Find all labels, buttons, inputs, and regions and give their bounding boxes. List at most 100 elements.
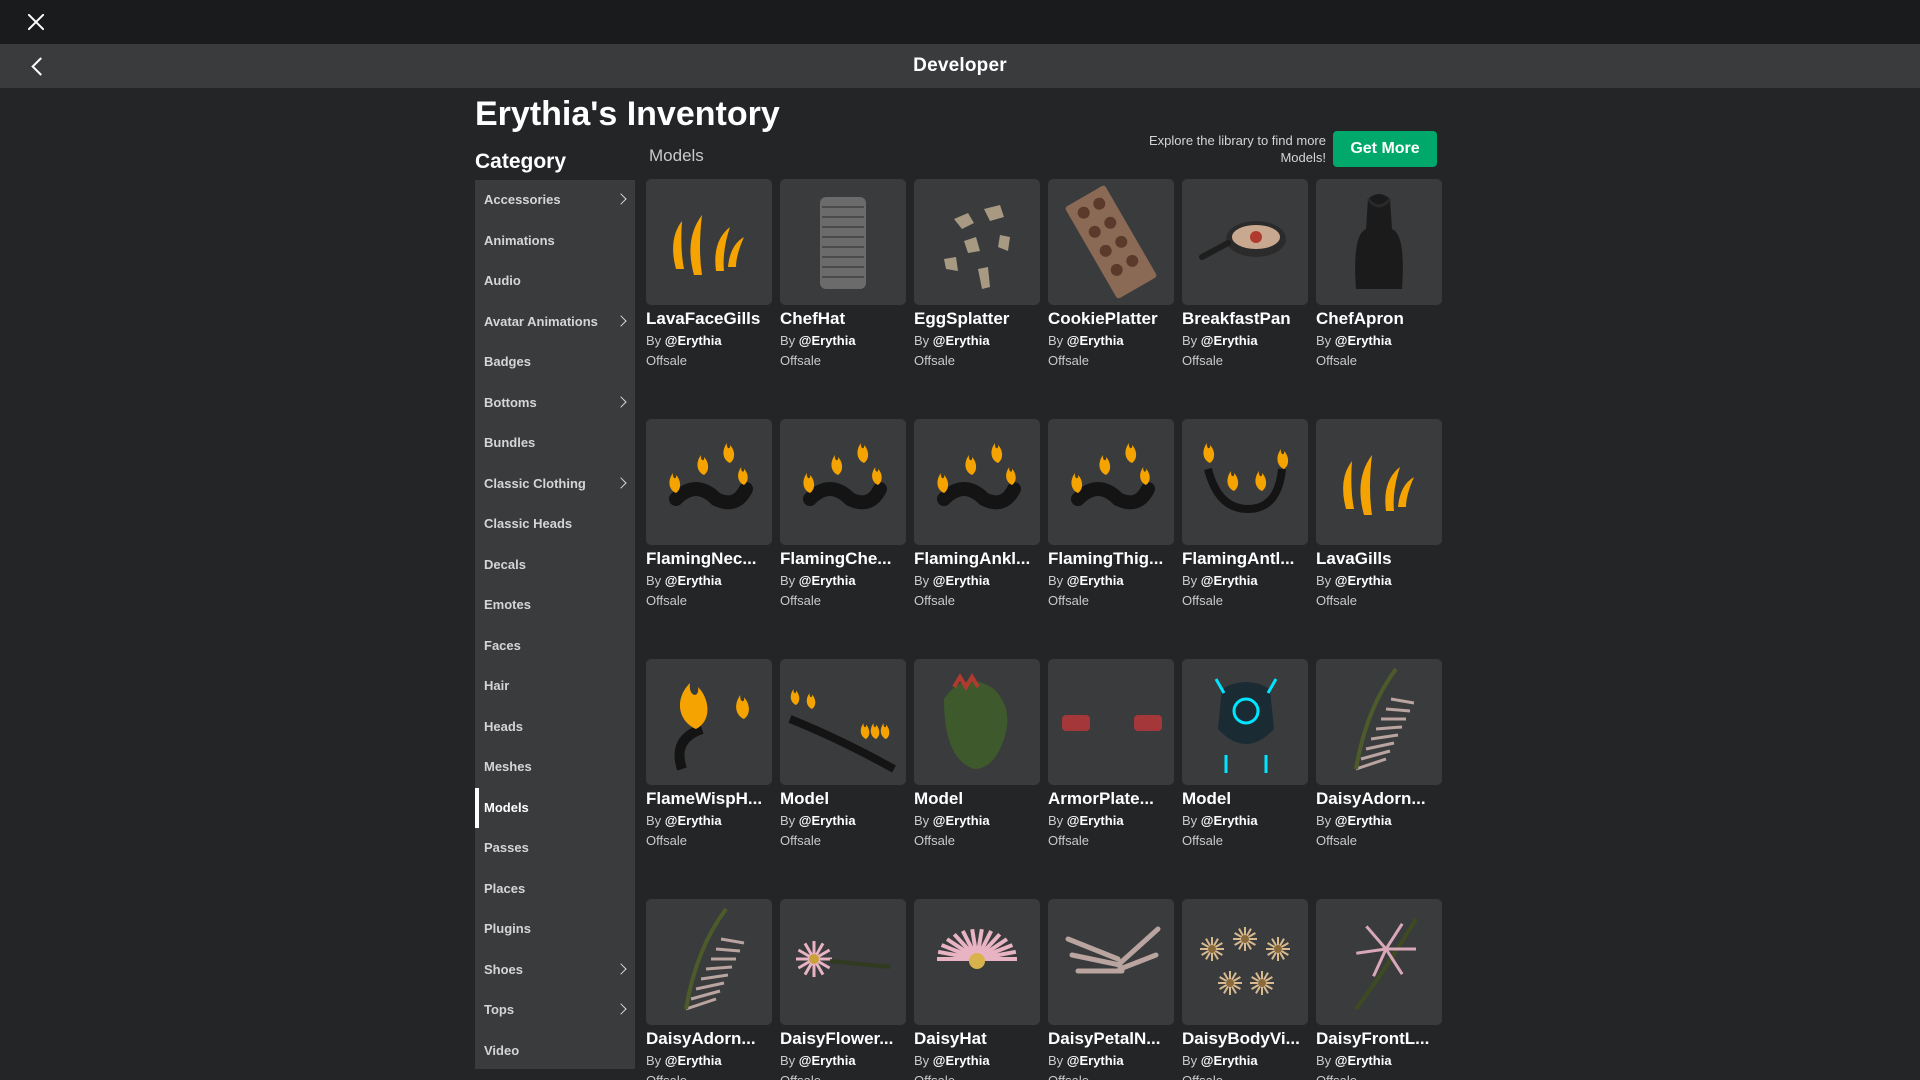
item-card[interactable]: ArmorPlate... By @Erythia Offsale [1048,659,1174,848]
item-card[interactable]: Model By @Erythia Offsale [1182,659,1308,848]
item-name[interactable]: Model [914,788,1040,810]
creator-link[interactable]: @Erythia [799,1053,856,1068]
sidebar-item-decals[interactable]: Decals [475,545,635,586]
flaming-accessory-thumbnail[interactable] [1048,419,1174,545]
item-name[interactable]: EggSplatter [914,308,1040,330]
flame-wisp-thumbnail[interactable] [646,659,772,785]
item-name[interactable]: ChefApron [1316,308,1442,330]
creator-link[interactable]: @Erythia [1201,813,1258,828]
creator-link[interactable]: @Erythia [933,573,990,588]
item-card[interactable]: Model By @Erythia Offsale [780,659,906,848]
sidebar-item-heads[interactable]: Heads [475,707,635,748]
creator-link[interactable]: @Erythia [665,813,722,828]
item-name[interactable]: Model [780,788,906,810]
sidebar-item-emotes[interactable]: Emotes [475,585,635,626]
dragon-head-thumbnail[interactable] [914,659,1040,785]
item-card[interactable]: FlamingAntl... By @Erythia Offsale [1182,419,1308,608]
armor-plate-thumbnail[interactable] [1048,659,1174,785]
daisy-flower-thumbnail[interactable] [780,899,906,1025]
creator-link[interactable]: @Erythia [665,1053,722,1068]
sidebar-item-classic-clothing[interactable]: Classic Clothing [475,464,635,505]
item-name[interactable]: BreakfastPan [1182,308,1308,330]
item-name[interactable]: DaisyFrontL... [1316,1028,1442,1050]
sidebar-item-accessories[interactable]: Accessories [475,180,635,221]
flaming-accessory-thumbnail[interactable] [780,419,906,545]
item-name[interactable]: CookiePlatter [1048,308,1174,330]
item-card[interactable]: ChefHat By @Erythia Offsale [780,179,906,368]
creator-link[interactable]: @Erythia [933,813,990,828]
sidebar-item-tops[interactable]: Tops [475,990,635,1031]
creator-link[interactable]: @Erythia [1201,573,1258,588]
daisy-petals-thumbnail[interactable] [1048,899,1174,1025]
item-card[interactable]: DaisyAdorn... By @Erythia Offsale [646,899,772,1080]
close-icon[interactable] [24,10,48,34]
item-card[interactable]: LavaGills By @Erythia Offsale [1316,419,1442,608]
creator-link[interactable]: @Erythia [799,573,856,588]
creator-link[interactable]: @Erythia [665,573,722,588]
flaming-accessory-thumbnail[interactable] [646,419,772,545]
item-name[interactable]: DaisyAdorn... [646,1028,772,1050]
item-name[interactable]: LavaGills [1316,548,1442,570]
creator-link[interactable]: @Erythia [933,333,990,348]
sidebar-item-audio[interactable]: Audio [475,261,635,302]
cyan-mask-thumbnail[interactable] [1182,659,1308,785]
sidebar-item-places[interactable]: Places [475,869,635,910]
item-name[interactable]: ArmorPlate... [1048,788,1174,810]
sidebar-item-faces[interactable]: Faces [475,626,635,667]
item-name[interactable]: FlamingAntl... [1182,548,1308,570]
item-name[interactable]: FlamingAnkl... [914,548,1040,570]
sidebar-item-avatar-animations[interactable]: Avatar Animations [475,302,635,343]
item-card[interactable]: Model By @Erythia Offsale [914,659,1040,848]
item-card[interactable]: BreakfastPan By @Erythia Offsale [1182,179,1308,368]
get-more-button[interactable]: Get More [1333,131,1437,167]
daisy-front-thumbnail[interactable] [1316,899,1442,1025]
item-name[interactable]: FlamingNec... [646,548,772,570]
flaming-antlers-thumbnail[interactable] [1182,419,1308,545]
creator-link[interactable]: @Erythia [799,813,856,828]
creator-link[interactable]: @Erythia [799,333,856,348]
item-card[interactable]: FlameWispH... By @Erythia Offsale [646,659,772,848]
item-name[interactable]: DaisyHat [914,1028,1040,1050]
daisy-wing-thumbnail[interactable] [646,899,772,1025]
sidebar-item-bundles[interactable]: Bundles [475,423,635,464]
frying-pan-thumbnail[interactable] [1182,179,1308,305]
daisy-vines-thumbnail[interactable] [1182,899,1308,1025]
creator-link[interactable]: @Erythia [1067,333,1124,348]
lava-gills-thumbnail[interactable] [1316,419,1442,545]
sidebar-item-badges[interactable]: Badges [475,342,635,383]
sidebar-item-hair[interactable]: Hair [475,666,635,707]
item-name[interactable]: FlamingChe... [780,548,906,570]
item-name[interactable]: Model [1182,788,1308,810]
item-card[interactable]: LavaFaceGills By @Erythia Offsale [646,179,772,368]
sidebar-item-shoes[interactable]: Shoes [475,950,635,991]
item-card[interactable]: EggSplatter By @Erythia Offsale [914,179,1040,368]
sidebar-item-classic-heads[interactable]: Classic Heads [475,504,635,545]
flaming-tail-thumbnail[interactable] [780,659,906,785]
egg-splatter-thumbnail[interactable] [914,179,1040,305]
item-card[interactable]: DaisyAdorn... By @Erythia Offsale [1316,659,1442,848]
item-name[interactable]: FlamingThig... [1048,548,1174,570]
item-card[interactable]: DaisyHat By @Erythia Offsale [914,899,1040,1080]
creator-link[interactable]: @Erythia [1335,813,1392,828]
creator-link[interactable]: @Erythia [1067,573,1124,588]
item-name[interactable]: DaisyAdorn... [1316,788,1442,810]
item-name[interactable]: LavaFaceGills [646,308,772,330]
creator-link[interactable]: @Erythia [1335,333,1392,348]
item-card[interactable]: ChefApron By @Erythia Offsale [1316,179,1442,368]
daisy-hat-thumbnail[interactable] [914,899,1040,1025]
creator-link[interactable]: @Erythia [1335,573,1392,588]
item-card[interactable]: CookiePlatter By @Erythia Offsale [1048,179,1174,368]
item-name[interactable]: ChefHat [780,308,906,330]
creator-link[interactable]: @Erythia [665,333,722,348]
item-card[interactable]: DaisyFlower... By @Erythia Offsale [780,899,906,1080]
cookie-platter-thumbnail[interactable] [1048,179,1174,305]
flaming-accessory-thumbnail[interactable] [914,419,1040,545]
item-card[interactable]: FlamingAnkl... By @Erythia Offsale [914,419,1040,608]
chef-hat-thumbnail[interactable] [780,179,906,305]
creator-link[interactable]: @Erythia [1067,1053,1124,1068]
sidebar-item-passes[interactable]: Passes [475,828,635,869]
item-card[interactable]: FlamingNec... By @Erythia Offsale [646,419,772,608]
item-name[interactable]: FlameWispH... [646,788,772,810]
lava-gills-thumbnail[interactable] [646,179,772,305]
item-card[interactable]: DaisyPetalN... By @Erythia Offsale [1048,899,1174,1080]
